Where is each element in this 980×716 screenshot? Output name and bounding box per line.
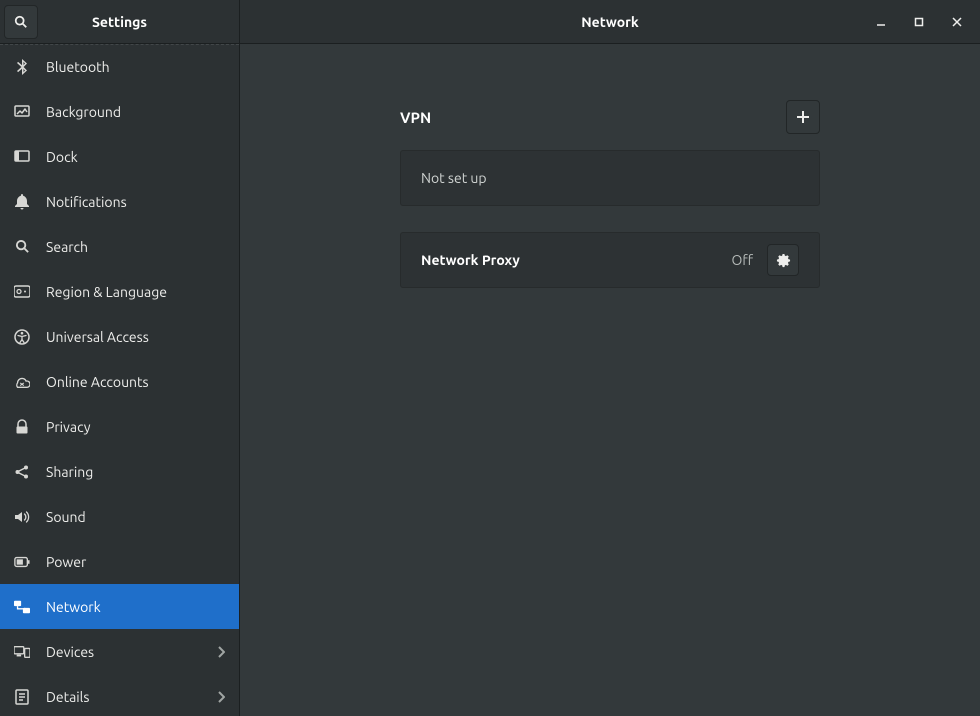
spacer xyxy=(400,206,820,232)
region-icon xyxy=(14,284,30,300)
sidebar-item-label: Network xyxy=(46,599,225,615)
search-icon xyxy=(14,239,30,255)
sidebar-item-privacy[interactable]: Privacy xyxy=(0,404,239,449)
details-icon xyxy=(14,689,30,705)
sidebar-item-universal-access[interactable]: Universal Access xyxy=(0,314,239,359)
network-proxy-status: Off xyxy=(731,252,753,268)
access-icon xyxy=(14,329,30,345)
power-icon xyxy=(14,554,30,570)
window-controls xyxy=(862,0,976,44)
search-icon xyxy=(14,15,28,29)
network-icon xyxy=(14,599,30,615)
sidebar-item-label: Power xyxy=(46,554,225,570)
chevron-right-icon xyxy=(217,646,225,658)
add-vpn-button[interactable] xyxy=(786,100,820,134)
main-header: Network xyxy=(240,0,980,44)
sidebar-item-label: Bluetooth xyxy=(46,59,225,75)
sidebar-item-label: Dock xyxy=(46,149,225,165)
minimize-icon xyxy=(876,17,886,27)
sound-icon xyxy=(14,509,30,525)
sidebar-item-label: Devices xyxy=(46,644,201,660)
plus-icon xyxy=(796,110,810,124)
window-maximize-button[interactable] xyxy=(900,0,938,44)
app-root: Settings Bluetooth Background xyxy=(0,0,980,716)
sidebar-item-label: Notifications xyxy=(46,194,225,210)
sidebar-item-label: Universal Access xyxy=(46,329,225,345)
devices-icon xyxy=(14,644,30,660)
vpn-empty-text: Not set up xyxy=(421,170,487,186)
sidebar-title: Settings xyxy=(38,14,239,30)
sidebar-item-label: Region & Language xyxy=(46,284,225,300)
sidebar-item-network[interactable]: Network xyxy=(0,584,239,629)
sidebar-item-details[interactable]: Details xyxy=(0,674,239,716)
sidebar-item-label: Search xyxy=(46,239,225,255)
network-proxy-row[interactable]: Network Proxy Off xyxy=(400,232,820,288)
sidebar-item-online-accounts[interactable]: Online Accounts xyxy=(0,359,239,404)
window-close-button[interactable] xyxy=(938,0,976,44)
content-area: VPN Not set up Network Proxy Off xyxy=(240,44,980,716)
dock-icon xyxy=(14,149,30,165)
sidebar-item-label: Online Accounts xyxy=(46,374,225,390)
sidebar-header: Settings xyxy=(0,0,239,44)
close-icon xyxy=(952,17,962,27)
sidebar-item-label: Details xyxy=(46,689,201,705)
sidebar-item-notifications[interactable]: Notifications xyxy=(0,179,239,224)
background-icon xyxy=(14,104,30,120)
sidebar-item-label: Background xyxy=(46,104,225,120)
sidebar-item-bluetooth[interactable]: Bluetooth xyxy=(0,44,239,89)
bell-icon xyxy=(14,194,30,210)
vpn-empty-panel: Not set up xyxy=(400,150,820,206)
network-proxy-label: Network Proxy xyxy=(421,252,717,268)
sidebar-list[interactable]: Bluetooth Background Dock xyxy=(0,44,239,716)
page-title: Network xyxy=(581,14,639,30)
chevron-right-icon xyxy=(217,691,225,703)
window-minimize-button[interactable] xyxy=(862,0,900,44)
sidebar-item-background[interactable]: Background xyxy=(0,89,239,134)
sidebar-item-power[interactable]: Power xyxy=(0,539,239,584)
privacy-icon xyxy=(14,419,30,435)
sidebar: Settings Bluetooth Background xyxy=(0,0,240,716)
sidebar-item-sound[interactable]: Sound xyxy=(0,494,239,539)
network-proxy-settings-button[interactable] xyxy=(767,244,799,276)
vpn-section-header: VPN xyxy=(400,100,820,134)
bluetooth-icon xyxy=(14,59,30,75)
maximize-icon xyxy=(914,17,924,27)
sidebar-item-label: Privacy xyxy=(46,419,225,435)
online-accounts-icon xyxy=(14,374,30,390)
gear-icon xyxy=(776,253,791,268)
sidebar-item-dock[interactable]: Dock xyxy=(0,134,239,179)
search-button[interactable] xyxy=(4,5,38,39)
sidebar-item-search[interactable]: Search xyxy=(0,224,239,269)
sidebar-item-label: Sharing xyxy=(46,464,225,480)
sidebar-item-sharing[interactable]: Sharing xyxy=(0,449,239,494)
sidebar-item-region-language[interactable]: Region & Language xyxy=(0,269,239,314)
main: Network VPN No xyxy=(240,0,980,716)
sidebar-item-label: Sound xyxy=(46,509,225,525)
vpn-title: VPN xyxy=(400,109,786,126)
sharing-icon xyxy=(14,464,30,480)
sidebar-item-devices[interactable]: Devices xyxy=(0,629,239,674)
